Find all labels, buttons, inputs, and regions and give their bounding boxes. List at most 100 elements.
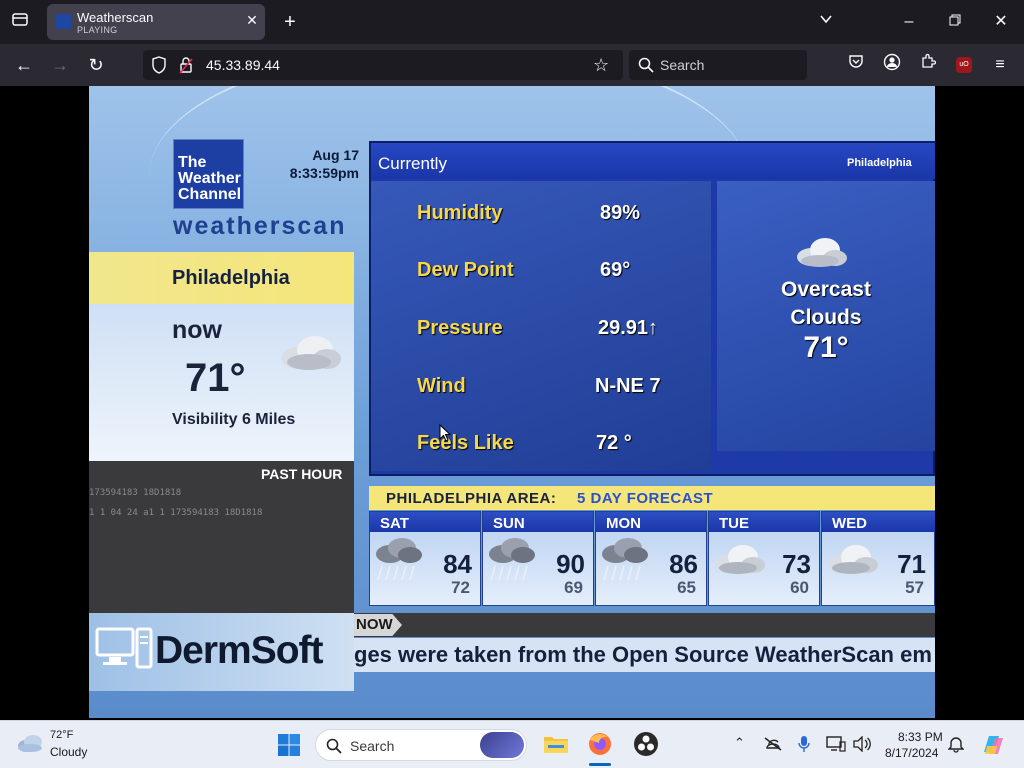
notification-bell-icon[interactable] [947, 735, 965, 758]
condition-summary: Overcast Clouds 71° [717, 181, 935, 451]
taskbar-weather-temp[interactable]: 72°F [50, 729, 73, 741]
extensions-puzzle-icon[interactable] [914, 53, 942, 77]
current-conditions-box: now 71° Visibility 6 Miles [89, 304, 354, 461]
tab-weatherscan[interactable]: Weatherscan PLAYING ✕ [47, 4, 265, 40]
forecast-day-name: TUE [709, 512, 819, 532]
cloudy-weather-icon[interactable] [16, 733, 44, 758]
obs-studio-icon[interactable] [633, 731, 659, 762]
cloud-icon [824, 542, 880, 581]
url-text: 45.33.89.44 [206, 57, 280, 73]
search-bar[interactable]: Search [629, 50, 807, 80]
taskbar-weather-condition[interactable]: Cloudy [50, 745, 87, 759]
currently-title: Currently [378, 154, 447, 173]
sponsor-logo: DermSoft [89, 613, 354, 691]
computer-icon [95, 627, 153, 674]
condition-temperature: 71° [803, 331, 849, 364]
condition-value: 29.91↑ [598, 317, 659, 339]
search-highlight-image [480, 732, 524, 758]
sponsor-name: DermSoft [155, 629, 324, 672]
condition-label: Feels Like [417, 432, 514, 454]
address-bar[interactable]: 45.33.89.44 ☆ [143, 50, 623, 80]
forecast-day: SUN 90 69 [482, 511, 594, 606]
ticker-label: NOW [354, 614, 402, 636]
tab-close-icon[interactable]: ✕ [243, 12, 261, 30]
file-explorer-icon[interactable] [543, 732, 569, 761]
rain-cloud-icon [485, 536, 539, 591]
forecast-day: WED 71 57 [821, 511, 935, 606]
weather-channel-favicon-icon [56, 14, 71, 29]
search-icon [326, 738, 342, 759]
ublock-origin-icon[interactable]: uO [956, 57, 972, 73]
forecast-low: 60 [790, 578, 809, 597]
condition-value: 69° [600, 259, 631, 281]
condition-value: N-NE 7 [595, 375, 661, 397]
forecast-high: 90 [556, 549, 585, 579]
taskbar-search-box[interactable]: Search [315, 729, 527, 761]
currently-panel: Currently Philadelphia Humidity 89% Dew … [369, 141, 935, 476]
condition-value: 72 ° [596, 432, 632, 454]
microphone-icon[interactable] [798, 735, 810, 758]
back-arrow-icon[interactable]: ← [10, 53, 38, 77]
forecast-low: 65 [677, 578, 696, 597]
insecure-lock-icon[interactable] [179, 56, 193, 79]
forward-arrow-icon[interactable]: → [46, 53, 74, 77]
hamburger-menu-icon[interactable]: ≡ [986, 53, 1014, 77]
ticker-label-row: NOW [354, 613, 935, 637]
taskbar-clock-date[interactable]: 8/17/2024 [885, 746, 938, 760]
forecast-day-name: SAT [370, 512, 480, 532]
cloud-icon [277, 332, 343, 377]
currently-header: Currently Philadelphia [371, 143, 935, 179]
tab-title: Weatherscan [77, 10, 154, 25]
past-hour-box: PAST HOUR 173594183 18D1818 1 1 04 24 a1… [89, 461, 354, 613]
condition-value: 89% [600, 202, 641, 224]
tab-overview-icon[interactable] [6, 10, 34, 34]
browser-nav-bar: ← → ↻ 45.33.89.44 ☆ Search uO ≡ [0, 44, 1024, 86]
forecast-region: PHILADELPHIA AREA: [386, 490, 557, 507]
browser-tab-bar: Weatherscan PLAYING ✕ + – ✕ [0, 0, 1024, 44]
new-tab-icon[interactable]: + [276, 10, 304, 34]
forecast-day: TUE 73 60 [708, 511, 820, 606]
forecast-high: 73 [782, 549, 811, 579]
forecast-header: PHILADELPHIA AREA: 5 DAY FORECAST [369, 486, 935, 510]
forecast-low: 69 [564, 578, 583, 597]
past-hour-data: 1 1 04 24 a1 1 173594183 18D1818 [89, 508, 263, 518]
forecast-day-name: WED [822, 512, 935, 532]
currently-city: Philadelphia [847, 157, 912, 169]
bookmark-star-icon[interactable]: ☆ [593, 55, 609, 76]
rain-cloud-icon [372, 536, 426, 591]
close-window-icon[interactable]: ✕ [987, 10, 1015, 34]
show-hidden-icons-chevron-icon[interactable]: ⌃ [734, 735, 745, 751]
display-icon[interactable] [826, 736, 846, 757]
city-bar: Philadelphia [89, 252, 354, 304]
restore-icon[interactable] [941, 10, 969, 34]
condition-label: Dew Point [417, 259, 514, 281]
speaker-icon[interactable] [852, 735, 872, 757]
ticker-text: ges were taken from the Open Source Weat… [354, 642, 932, 667]
visibility: Visibility 6 Miles [172, 411, 296, 428]
minimize-icon[interactable]: – [895, 10, 923, 34]
search-placeholder: Search [660, 57, 705, 73]
tab-playing-status: PLAYING [77, 25, 118, 35]
logo-text: The Weather Channel [178, 154, 242, 203]
windows-start-icon[interactable] [277, 733, 301, 762]
reload-icon[interactable]: ↻ [82, 53, 110, 77]
past-hour-data: 173594183 18D1818 [89, 488, 182, 498]
city-name: Philadelphia [172, 267, 290, 289]
windows-taskbar: 72°F Cloudy Search ⌃ 8:33 PM 8/17/2024 [0, 720, 1024, 768]
ticker-bar: ges were taken from the Open Source Weat… [354, 638, 935, 672]
list-tabs-chevron-icon[interactable] [812, 10, 840, 34]
condition-line: Clouds [790, 306, 862, 329]
condition-label: Pressure [417, 317, 503, 339]
forecast-low: 72 [451, 578, 470, 597]
copilot-icon[interactable] [980, 732, 1006, 763]
shield-icon[interactable] [151, 56, 167, 79]
taskbar-search-label: Search [350, 738, 395, 754]
account-icon[interactable] [878, 53, 906, 77]
cloud-icon [793, 235, 849, 274]
search-icon [638, 57, 654, 78]
network-off-icon[interactable] [763, 736, 783, 757]
active-app-indicator [589, 763, 611, 766]
taskbar-clock-time[interactable]: 8:33 PM [898, 730, 943, 744]
firefox-icon[interactable] [587, 731, 613, 762]
pocket-icon[interactable] [842, 53, 870, 77]
